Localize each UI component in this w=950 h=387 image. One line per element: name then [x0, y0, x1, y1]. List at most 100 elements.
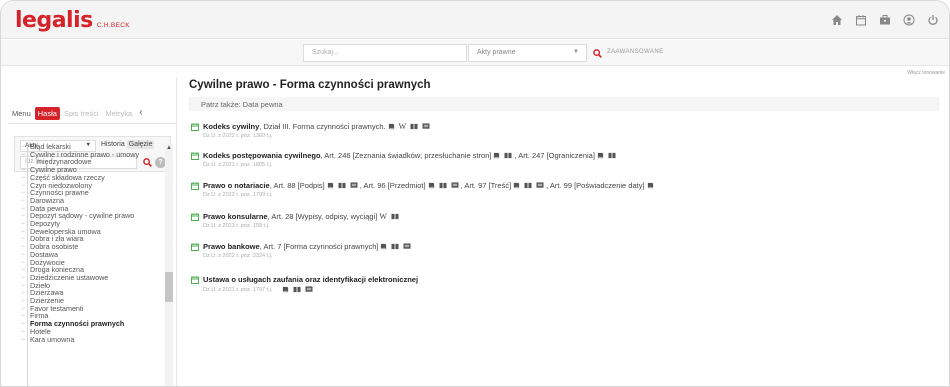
book-icon[interactable] [513, 182, 520, 189]
document-icon[interactable] [410, 123, 418, 130]
act-title-link[interactable]: Kodeks postępowania cywilnego [203, 151, 321, 160]
calendar-icon [191, 122, 199, 131]
tree-scrollbar[interactable]: ▲ [165, 144, 173, 386]
tree-branch-icon: → [20, 189, 26, 196]
advanced-search-link[interactable]: ZAAWANSOWANE [607, 49, 663, 55]
act-line: Ustawa o usługach zaufania oraz identyfi… [191, 275, 418, 284]
act-citation: Dz.U. z 2022 r. poz. 1360 t.j. [203, 133, 273, 139]
logo-publisher: C.H.BECK [96, 22, 130, 29]
article-link[interactable]: , Art. 88 [Podpis] [270, 181, 325, 190]
collapse-sidebar-icon[interactable]: ‹ [139, 108, 142, 118]
tab-menu[interactable]: Menu [9, 107, 34, 120]
act-entry: Prawo o notariacie, Art. 88 [Podpis] , Ar… [191, 181, 656, 198]
act-title-link[interactable]: Kodeks cywilny [203, 122, 259, 131]
document-icon[interactable] [391, 213, 399, 220]
power-icon[interactable] [921, 11, 945, 29]
book-icon[interactable] [380, 243, 387, 250]
calendar-icon [191, 151, 199, 160]
tree-branch-icon: → [20, 327, 26, 334]
article-link[interactable]: , Art. 28 [Wypisy, odpisy, wyciągi] [268, 212, 378, 221]
calendar-icon [191, 275, 199, 284]
tree-branch-icon: → [20, 150, 26, 157]
see-also-bar[interactable]: Patrz także: Data pewna [189, 97, 939, 111]
comment-icon[interactable] [451, 182, 459, 189]
act-entry: Prawo bankowe, Art. 7 [Forma czynności p… [191, 242, 413, 259]
tree-branch-icon: → [20, 143, 26, 149]
book-icon[interactable] [388, 123, 395, 130]
article-link[interactable]: , Art. 97 [Treść] [461, 181, 512, 190]
act-title-link[interactable]: Ustawa o usługach zaufania oraz identyfi… [203, 275, 418, 284]
comment-icon[interactable] [305, 286, 313, 293]
act-entry: Prawo konsularne, Art. 28 [Wypisy, odpis… [191, 212, 401, 229]
search-button[interactable] [589, 44, 605, 62]
scrollbar-thumb[interactable] [165, 272, 173, 302]
act-line: Prawo o notariacie, Art. 88 [Podpis] , Ar… [191, 181, 656, 190]
sidebar-divider [9, 123, 177, 124]
home-icon[interactable] [825, 11, 849, 29]
tree-branch-icon: → [20, 204, 26, 211]
book-icon[interactable] [493, 152, 500, 159]
tab-spis-tresci: Spis treści [63, 108, 99, 118]
document-icon[interactable] [439, 182, 447, 189]
comment-icon[interactable] [403, 243, 411, 250]
act-citation: Dz.U. z 2021 r. poz. 1797 t.j. [203, 286, 418, 293]
search-input[interactable]: Szukaj... [303, 44, 467, 62]
wersja-icon[interactable]: W [399, 122, 407, 131]
tree-branch-icon: → [20, 173, 26, 180]
toggle-toning-link[interactable]: Włącz tonowanie [907, 70, 945, 76]
document-icon[interactable] [504, 152, 512, 159]
book-icon[interactable] [597, 152, 604, 159]
document-icon[interactable] [608, 152, 616, 159]
document-icon[interactable] [391, 243, 399, 250]
book-icon[interactable] [327, 182, 334, 189]
article-link[interactable]: , Art. 96 [Przedmiot] [360, 181, 426, 190]
article-link[interactable]: , Art. 99 [Poświadczenie daty] [546, 181, 644, 190]
calendar-icon [191, 181, 199, 190]
wersja-icon[interactable]: W [379, 212, 387, 221]
act-citation: Dz.U. z 2023 r. poz. 199 t.j. [203, 223, 270, 229]
briefcase-icon[interactable] [873, 11, 897, 29]
document-icon[interactable] [524, 182, 532, 189]
article-link[interactable]: , Art. 7 [Forma czynności prawnych] [260, 242, 379, 251]
comment-icon[interactable] [422, 123, 430, 130]
tab-metryka: Metryka [105, 108, 133, 118]
page-title: Cywilne prawo - Forma czynności prawnych [189, 79, 431, 91]
legalis-logo[interactable]: legalis C.H.BECK [15, 8, 130, 33]
tree-branch-icon: → [20, 304, 26, 311]
article-link[interactable]: , Art. 247 [Ograniczenia] [514, 151, 594, 160]
act-title-link[interactable]: Prawo o notariacie [203, 181, 270, 190]
book-icon[interactable] [428, 182, 435, 189]
book-icon[interactable] [282, 286, 289, 293]
article-link[interactable]: , Art. 246 [Zeznania świadków; przesłuch… [321, 151, 492, 160]
scroll-up-icon[interactable]: ▲ [166, 145, 172, 151]
act-line: Kodeks cywilny, Dział III. Forma czynnoś… [191, 122, 432, 131]
act-citation: Dz.U. z 2021 r. poz. 1805 t.j. [203, 162, 273, 168]
act-entry: Ustawa o usługach zaufania oraz identyfi… [191, 275, 418, 293]
act-title-link[interactable]: Prawo konsularne [203, 212, 268, 221]
book-icon[interactable] [647, 182, 654, 189]
act-line: Prawo bankowe, Art. 7 [Forma czynności p… [191, 242, 413, 251]
act-title-link[interactable]: Prawo bankowe [203, 242, 260, 251]
top-header: legalis C.H.BECK [1, 1, 949, 39]
tree-branch-icon: → [20, 250, 26, 257]
tab-hasla[interactable]: Hasła [34, 106, 60, 120]
chevron-down-icon: ▼ [573, 49, 579, 55]
document-icon[interactable] [338, 182, 346, 189]
article-link[interactable]: , Dział III. Forma czynności prawnych. [259, 122, 385, 131]
user-icon[interactable] [897, 11, 921, 29]
tree-branch-icon: → [20, 212, 26, 219]
tree-item[interactable]: → Kara umowna [20, 335, 172, 344]
tree-branch-icon: → [20, 227, 26, 234]
comment-icon[interactable] [536, 182, 544, 189]
document-icon[interactable] [293, 286, 301, 293]
main-content: Włącz tonowanie Cywilne prawo - Forma cz… [189, 67, 949, 386]
search-bar: Szukaj... Akty prawne ▼ ZAAWANSOWANE [1, 40, 949, 66]
comment-icon[interactable] [350, 182, 358, 189]
search-type-select[interactable]: Akty prawne ▼ [468, 44, 587, 62]
tree-branch-icon: → [20, 243, 26, 250]
tree-branch-icon: → [20, 196, 26, 203]
search-icon [592, 48, 602, 58]
calendar-icon[interactable] [849, 11, 873, 29]
act-entry: Kodeks postępowania cywilnego, Art. 246 … [191, 151, 618, 168]
tree-branch-icon: → [20, 320, 26, 327]
